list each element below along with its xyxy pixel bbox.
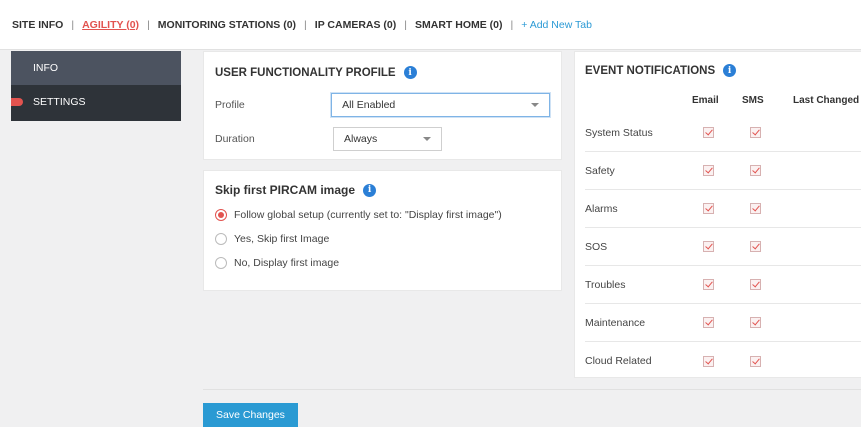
tab-bar: SITE INFO | AGILITY (0) | MONITORING STA… <box>0 0 861 50</box>
sms-checkbox[interactable] <box>750 241 761 252</box>
column-last-changed: Last Changed <box>793 95 860 106</box>
email-checkbox[interactable] <box>703 165 714 176</box>
chevron-down-icon <box>423 137 431 141</box>
tab-agility[interactable]: AGILITY (0) <box>82 19 139 31</box>
info-icon[interactable]: i <box>723 64 737 77</box>
sidebar-item-settings[interactable]: SETTINGS <box>11 85 181 119</box>
tab-separator: | <box>404 18 407 31</box>
events-title: EVENT NOTIFICATIONS <box>585 64 716 77</box>
sidebar-item-info[interactable]: INFO <box>11 51 181 85</box>
radio-button[interactable] <box>215 257 227 269</box>
events-header: Email SMS Last Changed <box>575 95 861 109</box>
tab-separator: | <box>510 18 514 31</box>
sms-checkbox[interactable] <box>750 203 761 214</box>
tab-separator: | <box>71 18 75 31</box>
profile-select[interactable]: All Enabled <box>331 93 550 117</box>
sidebar: INFO SETTINGS <box>11 51 181 121</box>
event-name: SOS <box>585 240 608 253</box>
sidebar-item-label: INFO <box>33 62 59 74</box>
tab-ip-cameras[interactable]: IP CAMERAS (0) <box>315 19 396 31</box>
email-checkbox[interactable] <box>703 355 714 367</box>
event-name: Troubles <box>585 278 626 291</box>
panel-title: USER FUNCTIONALITY PROFILE i <box>215 66 550 79</box>
tab-smart-home[interactable]: SMART HOME (0) <box>415 19 503 31</box>
email-checkbox[interactable] <box>703 241 714 252</box>
user-functionality-profile-panel: USER FUNCTIONALITY PROFILE i Profile All… <box>203 51 562 160</box>
profile-label: Profile <box>215 99 245 111</box>
sms-checkbox[interactable] <box>750 355 761 367</box>
chevron-down-icon <box>531 103 539 107</box>
sms-checkbox[interactable] <box>750 317 761 328</box>
event-name: Safety <box>585 164 615 177</box>
profile-value: All Enabled <box>342 99 396 111</box>
duration-row: Duration Always <box>215 127 550 151</box>
event-row-system-status: System Status <box>585 114 861 152</box>
event-row-sos: SOS <box>585 228 861 266</box>
duration-value: Always <box>344 133 378 145</box>
event-row-alarms: Alarms <box>585 190 861 228</box>
event-name: Cloud Related <box>585 355 652 367</box>
info-icon[interactable]: i <box>363 183 377 197</box>
radio-button[interactable] <box>215 209 227 221</box>
panel-title: EVENT NOTIFICATIONS i <box>585 64 861 77</box>
event-name: Alarms <box>585 202 618 215</box>
event-notifications-panel: EVENT NOTIFICATIONS i Email SMS Last Cha… <box>574 51 861 378</box>
pircam-title: Skip first PIRCAM image <box>215 183 356 197</box>
radio-label: Yes, Skip first Image <box>234 233 330 245</box>
tab-site-info[interactable]: SITE INFO <box>12 19 63 31</box>
sms-checkbox[interactable] <box>750 127 761 138</box>
skip-pircam-panel: Skip first PIRCAM image i Follow global … <box>203 170 562 291</box>
radio-button[interactable] <box>215 233 227 245</box>
sms-checkbox[interactable] <box>750 165 761 176</box>
add-new-tab-link[interactable]: + Add New Tab <box>521 19 592 31</box>
email-checkbox[interactable] <box>703 279 714 290</box>
footer-divider <box>203 389 861 390</box>
duration-select[interactable]: Always <box>333 127 442 151</box>
panel-title: Skip first PIRCAM image i <box>215 183 550 197</box>
event-row-safety: Safety <box>585 152 861 190</box>
column-sms: SMS <box>742 95 764 106</box>
tab-separator: | <box>147 18 150 31</box>
tab-monitoring-stations[interactable]: MONITORING STATIONS (0) <box>158 19 296 31</box>
tab-separator: | <box>304 18 307 31</box>
radio-label: No, Display first image <box>234 257 340 269</box>
email-checkbox[interactable] <box>703 203 714 214</box>
radio-no-display[interactable]: No, Display first image <box>215 257 550 269</box>
profile-row: Profile All Enabled <box>215 93 550 117</box>
radio-label: Follow global setup (currently set to: "… <box>234 209 502 221</box>
ufp-title: USER FUNCTIONALITY PROFILE <box>215 66 396 79</box>
event-row-cloud-related: Cloud Related <box>585 342 861 380</box>
event-name: System Status <box>585 126 653 139</box>
info-icon[interactable]: i <box>403 66 417 79</box>
event-row-troubles: Troubles <box>585 266 861 304</box>
save-changes-button[interactable]: Save Changes <box>203 403 298 427</box>
email-checkbox[interactable] <box>703 127 714 138</box>
active-marker <box>11 98 23 106</box>
event-name: Maintenance <box>585 316 646 329</box>
event-row-maintenance: Maintenance <box>585 304 861 342</box>
radio-follow-global[interactable]: Follow global setup (currently set to: "… <box>215 209 550 221</box>
duration-label: Duration <box>215 133 255 145</box>
sms-checkbox[interactable] <box>750 279 761 290</box>
email-checkbox[interactable] <box>703 317 714 328</box>
sidebar-item-label: SETTINGS <box>33 96 86 108</box>
radio-yes-skip[interactable]: Yes, Skip first Image <box>215 233 550 245</box>
column-email: Email <box>692 95 719 106</box>
